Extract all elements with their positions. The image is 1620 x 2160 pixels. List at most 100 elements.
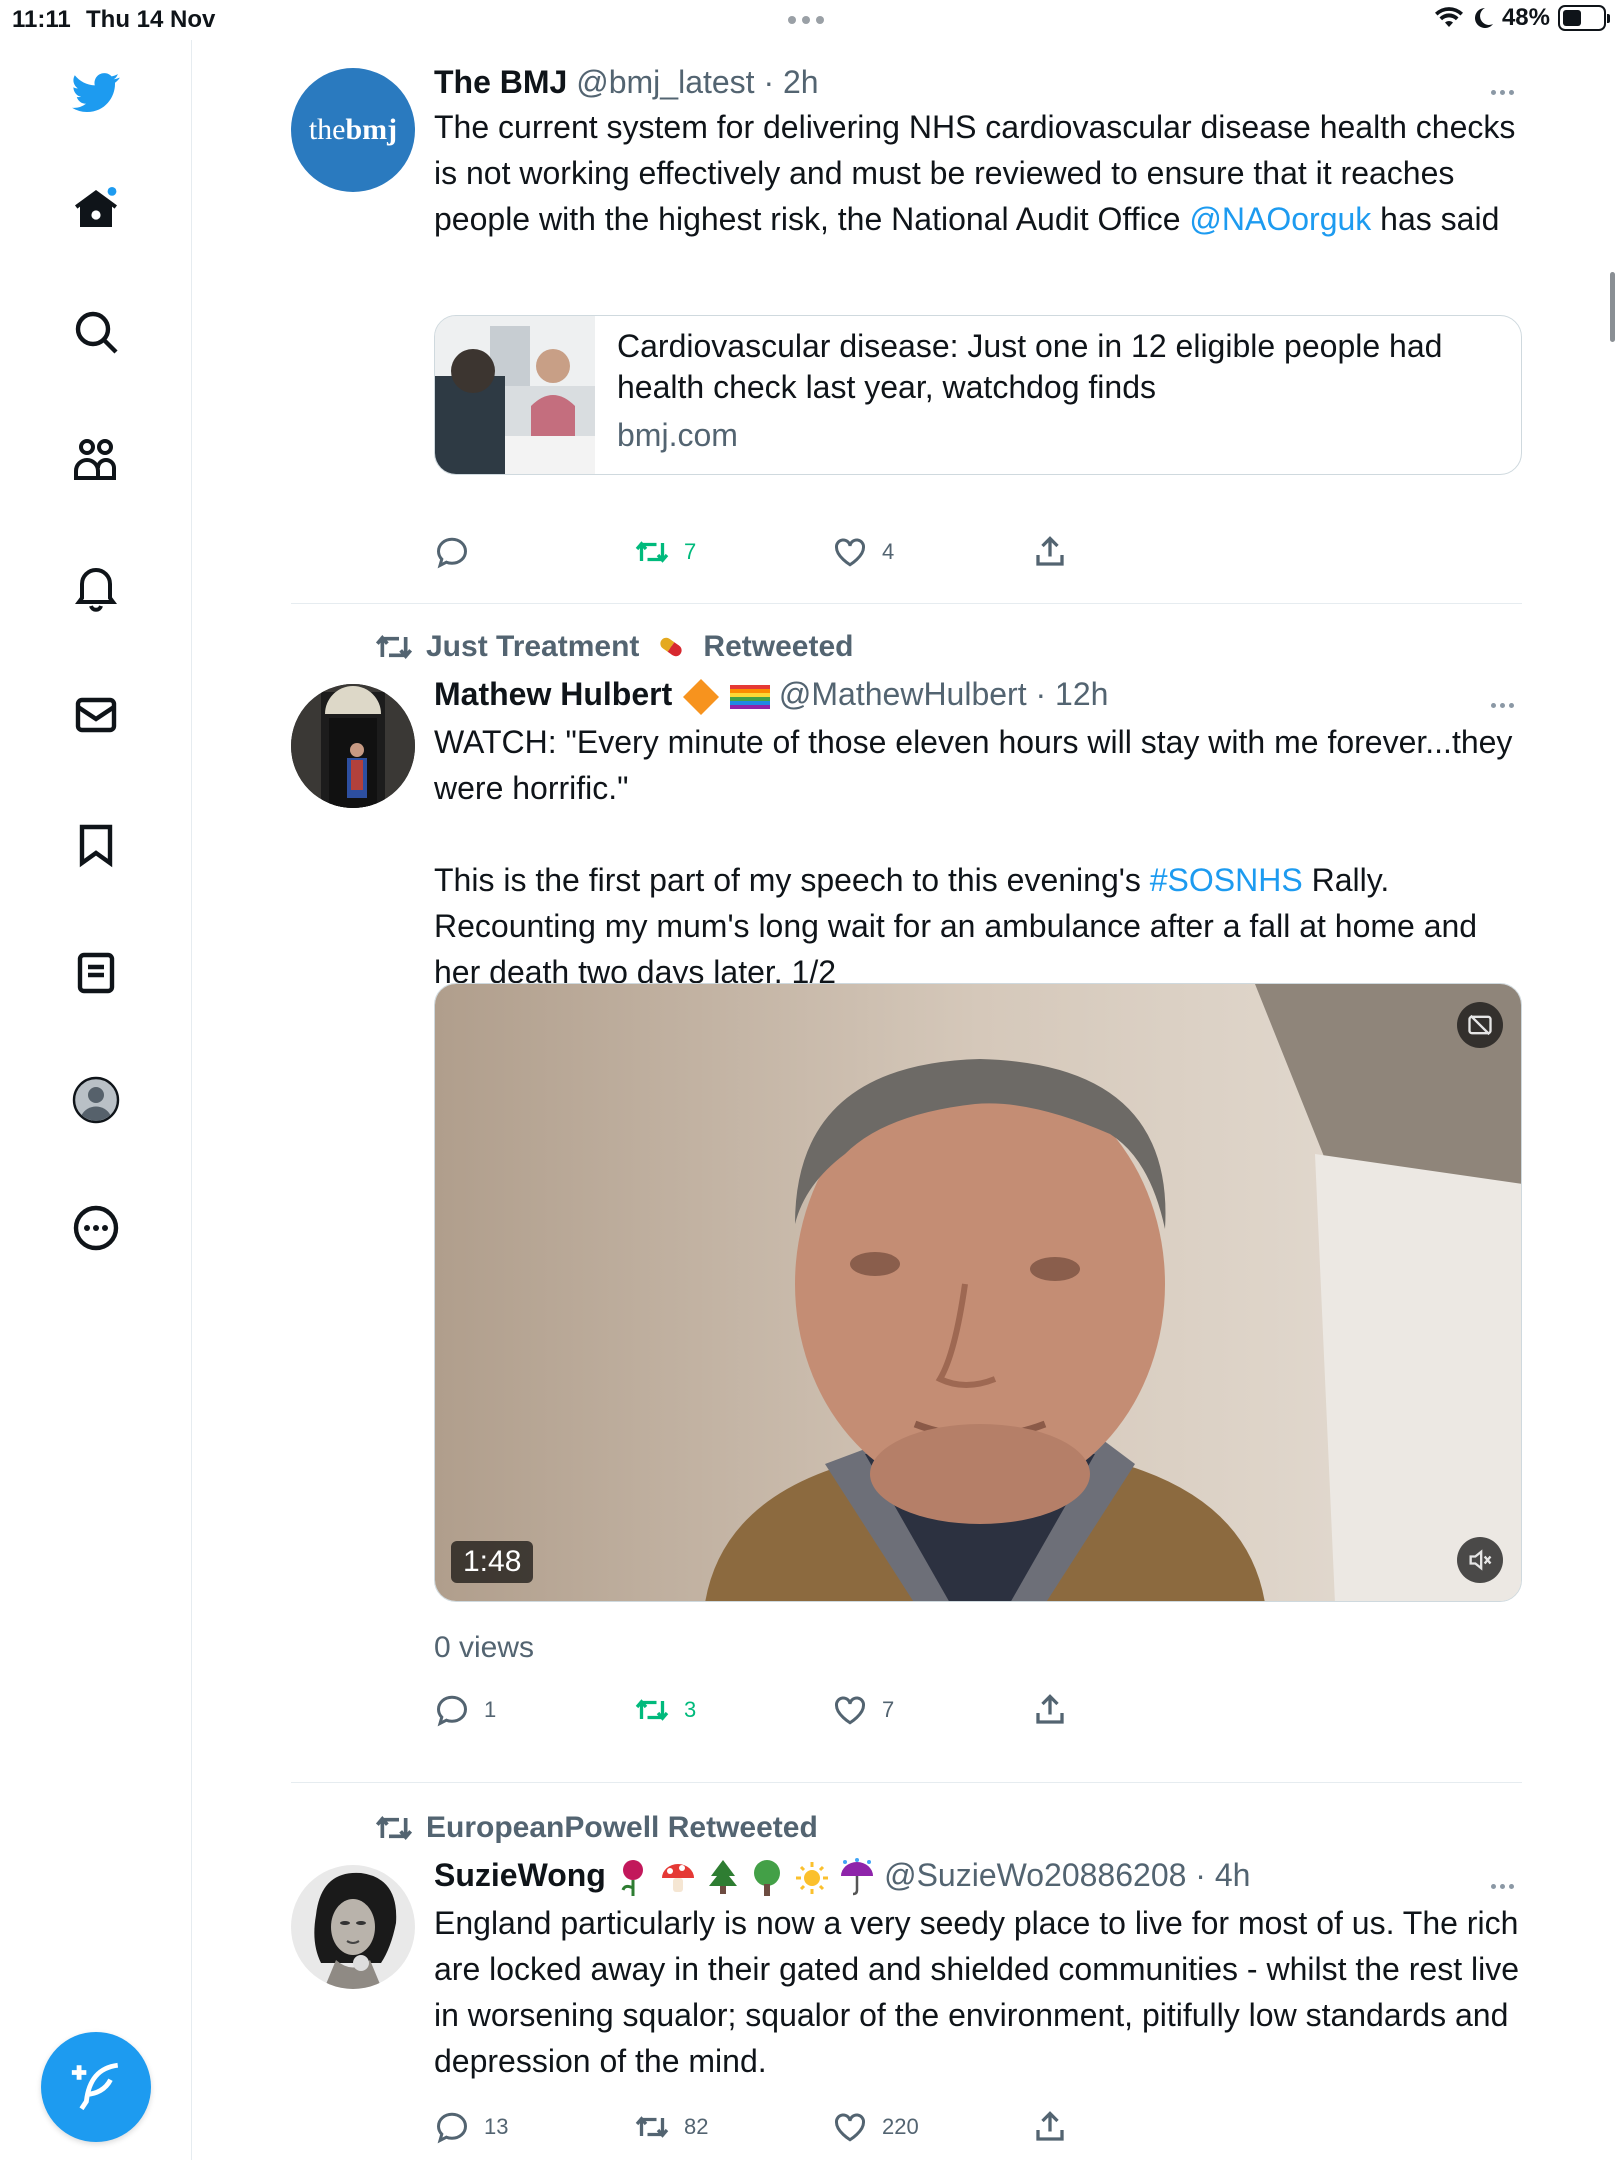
author-name[interactable]: Mathew Hulbert bbox=[434, 676, 672, 712]
retweeter-name: Just Treatment bbox=[426, 630, 640, 663]
reply-button[interactable]: 13 bbox=[434, 2109, 508, 2145]
retweet-button[interactable]: 82 bbox=[634, 2109, 708, 2145]
reply-icon bbox=[436, 1695, 468, 1727]
retweeted-label: Retweeted bbox=[703, 630, 854, 663]
avatar[interactable] bbox=[291, 684, 415, 808]
retweeted-label: Retweeted bbox=[667, 1811, 818, 1844]
author-handle[interactable]: @MathewHulbert bbox=[779, 676, 1027, 712]
share-icon bbox=[1036, 1694, 1064, 1724]
hashtag-link[interactable]: #SOSNHS bbox=[1150, 862, 1303, 898]
author-handle[interactable]: @bmj_latest bbox=[576, 64, 754, 100]
tweet-time[interactable]: 4h bbox=[1215, 1857, 1251, 1893]
notifications-bell-icon[interactable] bbox=[66, 558, 126, 618]
avatar[interactable] bbox=[291, 1865, 415, 1989]
compose-feather-icon bbox=[71, 2062, 119, 2111]
scrollbar[interactable] bbox=[1610, 272, 1615, 342]
retweet-count: 7 bbox=[684, 539, 697, 564]
tweet-actions: 1 3 7 bbox=[434, 1692, 1114, 1736]
heart-icon bbox=[834, 1696, 866, 1725]
link-card-image bbox=[435, 316, 595, 474]
heart-icon bbox=[834, 538, 866, 567]
retweeted-by-line[interactable]: EuropeanPowell Retweeted bbox=[374, 1811, 818, 1845]
retweeted-by-line[interactable]: Just Treatment Retweeted bbox=[374, 630, 853, 664]
rose-emoji-icon bbox=[621, 1859, 643, 1896]
status-bar: 11:11 Thu 14 Nov 48% bbox=[0, 0, 1620, 40]
mention-link[interactable]: @NAOorguk bbox=[1189, 201, 1371, 237]
retweet-button[interactable]: 3 bbox=[634, 1692, 696, 1728]
sidebar bbox=[0, 40, 192, 2160]
link-card-title: Cardiovascular disease: Just one in 12 e… bbox=[617, 328, 1443, 405]
tweet-text: WATCH: "Every minute of those eleven hou… bbox=[434, 719, 1522, 995]
video-duration: 1:48 bbox=[451, 1541, 534, 1583]
tweet-more-icon[interactable] bbox=[1482, 695, 1522, 715]
separator: · bbox=[754, 64, 783, 100]
avatar-logo-text: the bbox=[308, 113, 346, 146]
retweet-count: 3 bbox=[684, 1697, 697, 1722]
retweet-count: 82 bbox=[684, 2114, 709, 2139]
tweet-text: The current system for delivering NHS ca… bbox=[434, 104, 1522, 242]
tweet-time[interactable]: 2h bbox=[783, 64, 819, 100]
tweet-text-part: This is the first part of my speech to t… bbox=[434, 861, 1150, 898]
author-handle[interactable]: @SuzieWo20886208 bbox=[884, 1857, 1186, 1893]
like-count: 7 bbox=[882, 1697, 895, 1722]
messages-envelope-icon[interactable] bbox=[66, 685, 126, 745]
like-count: 4 bbox=[882, 539, 895, 564]
share-button[interactable] bbox=[1032, 1692, 1068, 1728]
like-button[interactable]: 4 bbox=[832, 534, 894, 570]
like-button[interactable]: 220 bbox=[832, 2109, 919, 2145]
view-count: 0 views bbox=[434, 1631, 535, 1664]
share-button[interactable] bbox=[1032, 2109, 1068, 2145]
wifi-icon bbox=[1434, 7, 1463, 27]
tweet-text-part: has said bbox=[1371, 201, 1500, 237]
tweet-actions: 13 82 220 bbox=[434, 2109, 1114, 2153]
like-button[interactable]: 7 bbox=[832, 1692, 894, 1728]
author-name[interactable]: SuzieWong bbox=[434, 1857, 606, 1893]
tweet-header: The BMJ @bmj_latest · 2h bbox=[434, 62, 1522, 102]
reply-count: 1 bbox=[484, 1697, 497, 1722]
retweet-icon bbox=[635, 1699, 669, 1721]
author-name[interactable]: The BMJ bbox=[434, 64, 567, 100]
retweet-icon bbox=[635, 541, 669, 563]
reply-button[interactable] bbox=[434, 534, 484, 570]
communities-icon[interactable] bbox=[66, 430, 126, 490]
reply-icon bbox=[436, 2112, 468, 2144]
twitter-logo-icon[interactable] bbox=[66, 62, 126, 122]
retweeter-name: EuropeanPowell bbox=[426, 1811, 660, 1844]
separator: · bbox=[1186, 1857, 1215, 1893]
video-player[interactable]: 1:48 bbox=[434, 983, 1522, 1602]
like-count: 220 bbox=[882, 2114, 919, 2139]
tweet-actions: 7 4 bbox=[434, 534, 1114, 578]
retweet-small-icon bbox=[375, 635, 413, 659]
link-card[interactable]: Cardiovascular disease: Just one in 12 e… bbox=[434, 315, 1522, 475]
reply-button[interactable]: 1 bbox=[434, 1692, 496, 1728]
bookmarks-icon[interactable] bbox=[66, 815, 126, 875]
compose-tweet-button[interactable] bbox=[41, 2032, 151, 2142]
share-button[interactable] bbox=[1032, 534, 1068, 570]
lists-icon[interactable] bbox=[66, 943, 126, 1003]
search-icon[interactable] bbox=[66, 302, 126, 362]
mute-icon[interactable] bbox=[1457, 1537, 1503, 1583]
status-date: Thu 14 Nov bbox=[86, 6, 216, 33]
tweet-more-icon[interactable] bbox=[1482, 82, 1522, 102]
retweet-icon bbox=[635, 2116, 669, 2138]
profile-avatar-icon[interactable] bbox=[66, 1070, 126, 1130]
tweet-text: England particularly is now a very seedy… bbox=[434, 1904, 1519, 2079]
tweet-more-icon[interactable] bbox=[1482, 1876, 1522, 1896]
tweet-divider bbox=[291, 1782, 1522, 1783]
mushroom-emoji-icon bbox=[661, 1863, 694, 1892]
share-icon bbox=[1036, 536, 1064, 566]
tweet-time[interactable]: 12h bbox=[1055, 676, 1108, 712]
captions-off-icon[interactable] bbox=[1457, 1002, 1503, 1048]
tweet-header: Mathew Hulbert @MathewHulbert · 12h bbox=[434, 674, 1522, 717]
battery-percent: 48% bbox=[1501, 4, 1550, 31]
avatar[interactable]: thebmj bbox=[291, 68, 415, 192]
battery-level bbox=[1563, 10, 1582, 26]
pill-emoji-icon bbox=[660, 637, 683, 657]
multitasking-dots-icon[interactable] bbox=[788, 16, 824, 24]
home-icon[interactable] bbox=[66, 179, 126, 239]
retweet-button[interactable]: 7 bbox=[634, 534, 696, 570]
reply-icon bbox=[436, 537, 468, 569]
tweet-header: SuzieWong @SuzieWo20886208 · 4h bbox=[434, 1855, 1522, 1898]
battery-icon bbox=[1558, 5, 1610, 31]
more-options-icon[interactable] bbox=[66, 1198, 126, 1258]
